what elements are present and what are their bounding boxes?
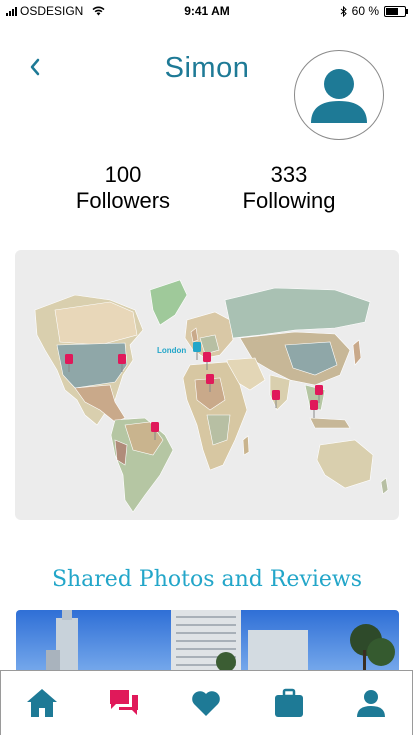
bluetooth-icon: [340, 5, 347, 17]
followers-count: 100: [104, 162, 142, 187]
avatar[interactable]: [294, 50, 384, 140]
tab-trips[interactable]: [267, 681, 311, 725]
tab-bar: [0, 670, 413, 735]
tab-messages[interactable]: [102, 681, 146, 725]
world-map-graphic: London: [34, 279, 389, 513]
following-stat[interactable]: 333 Following: [214, 162, 364, 214]
battery-icon: [384, 5, 408, 17]
world-map[interactable]: London: [15, 250, 399, 520]
section-title: Shared Photos and Reviews: [51, 567, 363, 592]
following-label: Following: [242, 188, 336, 213]
followers-stat[interactable]: 100 Followers: [48, 162, 198, 214]
chat-icon: [110, 690, 139, 715]
map-pin-label: London: [157, 346, 186, 355]
map-pin-highlighted[interactable]: [193, 342, 201, 360]
briefcase-icon: [274, 688, 303, 717]
tab-profile[interactable]: [349, 681, 393, 725]
status-right: 60 %: [340, 4, 408, 18]
map-pin[interactable]: [310, 400, 318, 418]
battery-percent: 60 %: [351, 4, 379, 18]
person-icon: [311, 69, 367, 123]
tab-favorites[interactable]: [184, 681, 228, 725]
status-bar: OSDESIGN 9:41 AM 60 %: [0, 0, 414, 20]
following-count: 333: [270, 162, 308, 187]
person-icon: [356, 690, 385, 717]
home-icon: [27, 689, 58, 717]
followers-label: Followers: [75, 188, 171, 213]
tab-home[interactable]: [20, 681, 64, 725]
heart-icon: [192, 691, 221, 716]
